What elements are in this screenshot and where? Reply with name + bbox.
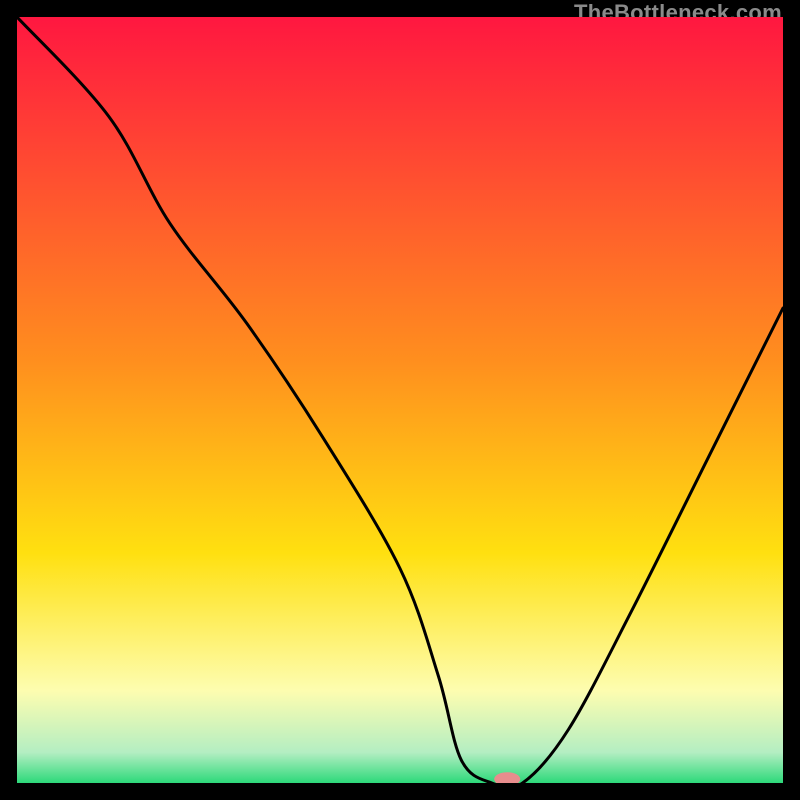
bottleneck-chart (17, 17, 783, 783)
chart-frame: TheBottleneck.com (0, 0, 800, 800)
gradient-background (17, 17, 783, 783)
